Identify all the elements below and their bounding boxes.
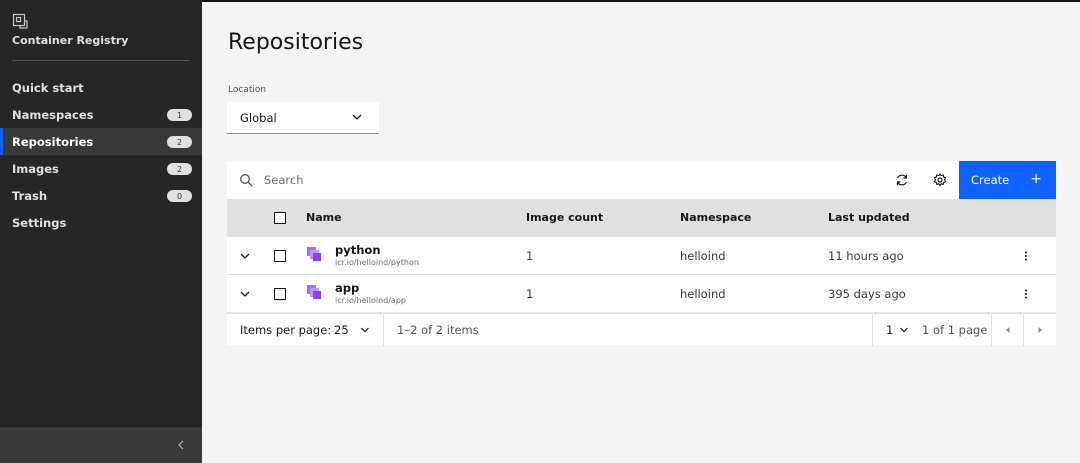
table-header: Name Image count Namespace Last updated <box>227 199 1056 237</box>
settings-button[interactable] <box>921 161 959 199</box>
container-registry-icon <box>12 13 28 29</box>
refresh-button[interactable] <box>883 161 921 199</box>
app-title: Container Registry <box>12 34 129 47</box>
row-checkbox[interactable] <box>274 250 286 262</box>
sidebar-item-label: Images <box>12 161 59 176</box>
table-row[interactable]: python icr.io/helloind/python 1 helloind… <box>227 237 1056 275</box>
location-value: Global <box>240 110 277 125</box>
sidebar-item-label: Trash <box>12 188 48 203</box>
sidebar-item-label: Quick start <box>12 80 84 95</box>
table-toolbar: Create + <box>227 161 1056 199</box>
create-button-label: Create <box>971 173 1010 187</box>
chevron-down-icon[interactable] <box>239 250 251 262</box>
previous-page-button[interactable] <box>992 314 1024 346</box>
refresh-icon <box>896 174 908 186</box>
sidebar-footer <box>0 427 202 463</box>
repository-name[interactable]: python <box>335 243 381 257</box>
chevron-down-icon[interactable] <box>899 325 909 335</box>
plus-icon: + <box>1030 171 1042 187</box>
namespace-cell: helloind <box>680 249 726 263</box>
last-updated-cell: 395 days ago <box>828 287 906 301</box>
column-header-name[interactable]: Name <box>306 211 342 224</box>
pagination: Items per page: 25 1–2 of 2 items 1 1 of… <box>227 313 1056 346</box>
items-per-page-label: Items per page: <box>240 323 332 337</box>
search-icon <box>240 174 253 187</box>
chevron-down-icon <box>352 114 362 120</box>
sidebar-item-quick-start[interactable]: Quick start <box>0 74 202 101</box>
chevron-down-icon[interactable] <box>239 288 251 300</box>
repository-icon <box>307 247 321 261</box>
count-badge: 2 <box>167 136 192 148</box>
last-updated-cell: 11 hours ago <box>828 249 904 263</box>
namespace-cell: helloind <box>680 287 726 301</box>
page-select[interactable]: 1 <box>886 323 893 337</box>
pagination-divider <box>872 314 873 346</box>
select-all-checkbox[interactable] <box>274 212 286 224</box>
repository-path: icr.io/helloind/app <box>335 296 406 305</box>
item-range-text: 1–2 of 2 items <box>397 323 479 337</box>
gear-icon <box>933 173 947 187</box>
sidebar-item-repositories[interactable]: Repositories 2 <box>0 128 202 155</box>
repository-name[interactable]: app <box>335 281 359 295</box>
sidebar-item-label: Repositories <box>12 134 94 149</box>
chevron-left-icon[interactable] <box>174 436 188 454</box>
page-title: Repositories <box>228 30 364 55</box>
repositories-table: Create + Name Image count Namespace Last… <box>227 161 1056 346</box>
search-input[interactable] <box>264 169 864 191</box>
sidebar-item-label: Settings <box>12 215 67 230</box>
overflow-menu-icon[interactable] <box>1019 287 1033 301</box>
overflow-menu-icon[interactable] <box>1019 249 1033 263</box>
create-button[interactable]: Create + <box>959 161 1056 199</box>
location-label: Location <box>228 85 267 95</box>
sidebar-item-settings[interactable]: Settings <box>0 209 202 236</box>
count-badge: 0 <box>167 190 192 202</box>
count-badge: 1 <box>167 109 192 121</box>
items-per-page-select[interactable]: 25 <box>334 323 349 337</box>
caret-right-icon <box>1038 327 1042 333</box>
count-badge: 2 <box>167 163 192 175</box>
column-header-image-count[interactable]: Image count <box>526 211 603 224</box>
sidebar-item-label: Namespaces <box>12 107 94 122</box>
table-row[interactable]: app icr.io/helloind/app 1 helloind 395 d… <box>227 275 1056 313</box>
sidebar-item-images[interactable]: Images 2 <box>0 155 202 182</box>
caret-left-icon <box>1006 327 1010 333</box>
row-checkbox[interactable] <box>274 288 286 300</box>
column-header-namespace[interactable]: Namespace <box>680 211 751 224</box>
column-header-last-updated[interactable]: Last updated <box>828 211 910 224</box>
page-total-text: 1 of 1 page <box>922 323 988 337</box>
repository-icon <box>307 285 321 299</box>
top-border <box>202 0 1080 2</box>
pagination-divider <box>383 314 384 346</box>
chevron-down-icon[interactable] <box>360 325 370 335</box>
next-page-button[interactable] <box>1024 314 1056 346</box>
sidebar-nav: Quick start Namespaces 1 Repositories 2 … <box>0 74 202 236</box>
image-count-cell: 1 <box>526 287 534 301</box>
repository-path: icr.io/helloind/python <box>335 258 419 267</box>
sidebar: Container Registry Quick start Namespace… <box>0 0 202 463</box>
sidebar-divider <box>12 60 189 61</box>
sidebar-item-trash[interactable]: Trash 0 <box>0 182 202 209</box>
sidebar-item-namespaces[interactable]: Namespaces 1 <box>0 101 202 128</box>
image-count-cell: 1 <box>526 249 534 263</box>
location-dropdown[interactable]: Global <box>227 102 379 134</box>
